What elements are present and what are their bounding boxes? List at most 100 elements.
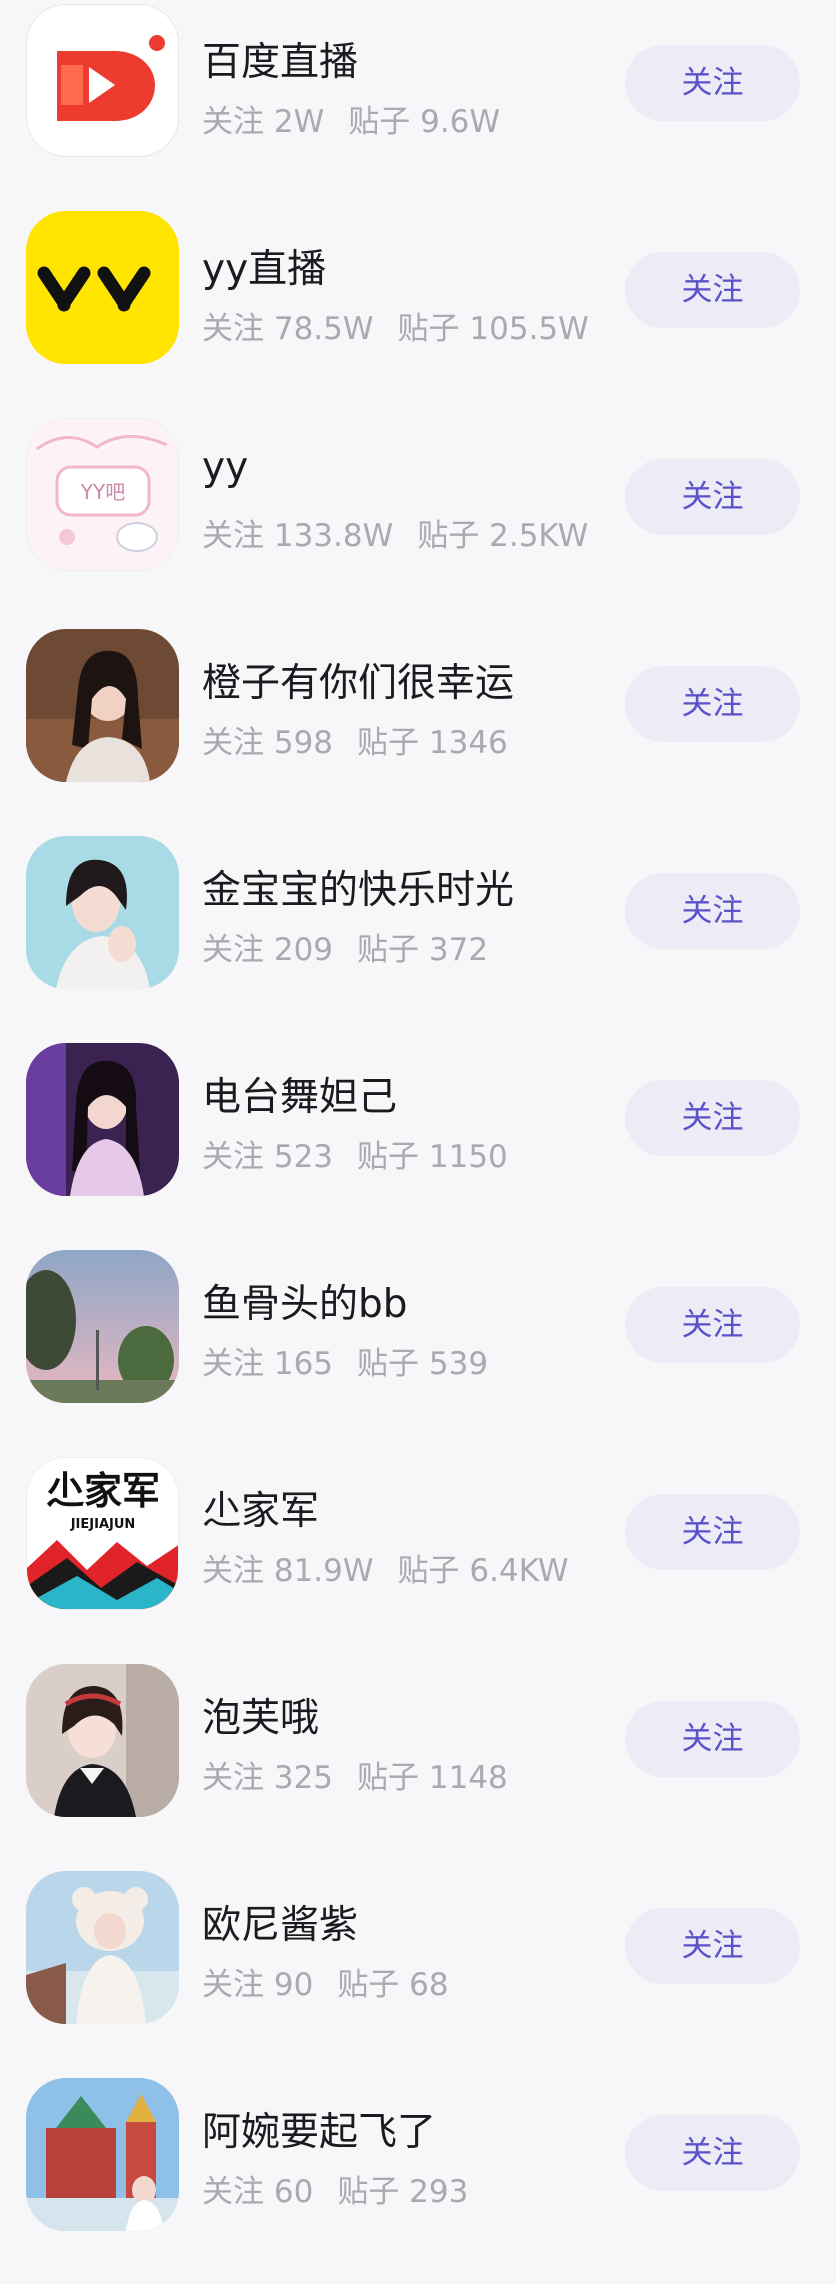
forum-name: yy bbox=[202, 445, 249, 490]
forum-name: 橙子有你们很幸运 bbox=[202, 661, 515, 706]
post-count: 372 bbox=[428, 932, 489, 968]
follow-button[interactable]: 关注 bbox=[625, 1287, 800, 1363]
post-count-label: 贴子 bbox=[397, 311, 460, 347]
forum-row-4[interactable]: 金宝宝的快乐时光 关注 209 贴子 372 关注 bbox=[0, 828, 836, 1035]
follow-button[interactable]: 关注 bbox=[625, 1908, 800, 1984]
post-count-label: 贴子 bbox=[337, 1967, 400, 2003]
follow-count-label: 关注 bbox=[202, 518, 264, 554]
user-photo bbox=[26, 2078, 179, 2231]
forum-row-8[interactable]: 泡芙哦 关注 325 贴子 1148 关注 bbox=[0, 1656, 836, 1863]
post-count: 1150 bbox=[428, 1139, 508, 1175]
jiejiajun-logo-en: JIEJIAJUN bbox=[70, 1517, 136, 1532]
follow-count: 325 bbox=[273, 1760, 334, 1796]
forum-stats: 关注 133.8W 贴子 2.5KW bbox=[202, 510, 588, 555]
follow-count-label: 关注 bbox=[202, 725, 264, 761]
forum-name: yy直播 bbox=[202, 247, 327, 292]
post-count: 105.5W bbox=[469, 311, 589, 347]
post-count: 293 bbox=[409, 2174, 469, 2210]
forum-row-6[interactable]: 鱼骨头的bb 关注 165 贴子 539 关注 bbox=[0, 1242, 836, 1449]
follow-count-label: 关注 bbox=[202, 1553, 264, 1589]
post-count-label: 贴子 bbox=[357, 1139, 420, 1175]
follow-count: 523 bbox=[273, 1139, 334, 1175]
forum-row-baidu-live[interactable]: 百度直播 关注 2W 贴子 9.6W 关注 bbox=[0, 0, 836, 207]
forum-row-5[interactable]: 电台舞妲己 关注 523 贴子 1150 关注 bbox=[0, 1035, 836, 1242]
follow-button[interactable]: 关注 bbox=[625, 873, 800, 949]
forum-stats: 关注 2W 贴子 9.6W bbox=[202, 96, 500, 141]
post-count-label: 贴子 bbox=[357, 725, 420, 761]
forum-name: 电台舞妲己 bbox=[202, 1075, 398, 1120]
follow-count: 90 bbox=[273, 1967, 314, 2003]
user-photo bbox=[26, 629, 179, 782]
post-count-label: 贴子 bbox=[348, 104, 411, 140]
forum-stats: 关注 60 贴子 293 bbox=[202, 2166, 468, 2211]
follow-count: 165 bbox=[273, 1346, 334, 1382]
forum-row-9[interactable]: 欧尼酱紫 关注 90 贴子 68 关注 bbox=[0, 1863, 836, 2070]
post-count: 9.6W bbox=[420, 104, 501, 140]
follow-button[interactable]: 关注 bbox=[625, 45, 800, 121]
follow-count-label: 关注 bbox=[202, 932, 264, 968]
forum-name: 百度直播 bbox=[202, 40, 359, 85]
post-count-label: 贴子 bbox=[417, 518, 480, 554]
post-count-label: 贴子 bbox=[357, 1346, 420, 1382]
forum-stats: 关注 598 贴子 1346 bbox=[202, 717, 508, 762]
follow-count: 209 bbox=[273, 932, 334, 968]
follow-count-label: 关注 bbox=[202, 1346, 264, 1382]
follow-count: 133.8W bbox=[273, 518, 394, 554]
post-count-label: 贴子 bbox=[357, 932, 420, 968]
follow-button[interactable]: 关注 bbox=[625, 1701, 800, 1777]
follow-button[interactable]: 关注 bbox=[625, 2115, 800, 2191]
user-photo bbox=[26, 836, 179, 989]
post-count: 1148 bbox=[428, 1760, 508, 1796]
post-count: 6.4KW bbox=[469, 1553, 569, 1589]
forum-stats: 关注 325 贴子 1148 bbox=[202, 1752, 508, 1797]
forum-row-7[interactable]: 尐家军 JIEJIAJUN 尐家军 关注 81.9W 贴子 6.4KW 关注 bbox=[0, 1449, 836, 1656]
forum-name: 鱼骨头的bb bbox=[202, 1282, 408, 1327]
yy-bar-logo-text: YY吧 bbox=[80, 480, 125, 504]
forum-row-3[interactable]: 橙子有你们很幸运 关注 598 贴子 1346 关注 bbox=[0, 621, 836, 828]
landscape-photo bbox=[26, 1250, 179, 1403]
follow-button[interactable]: 关注 bbox=[625, 252, 800, 328]
yy-bar-sticker-icon: YY吧 bbox=[26, 418, 179, 571]
follow-count-label: 关注 bbox=[202, 2174, 264, 2210]
forum-name: 尐家军 bbox=[202, 1489, 320, 1534]
follow-count: 81.9W bbox=[273, 1553, 374, 1589]
post-count: 2.5KW bbox=[489, 518, 589, 554]
user-photo bbox=[26, 1664, 179, 1817]
forum-name: 金宝宝的快乐时光 bbox=[202, 868, 515, 913]
follow-count: 60 bbox=[273, 2174, 314, 2210]
follow-count-label: 关注 bbox=[202, 311, 264, 347]
forum-row-yy-live[interactable]: yy直播 关注 78.5W 贴子 105.5W 关注 bbox=[0, 207, 836, 414]
follow-count-label: 关注 bbox=[202, 1967, 264, 2003]
user-photo bbox=[26, 1043, 179, 1196]
follow-count-label: 关注 bbox=[202, 1139, 264, 1175]
follow-count-label: 关注 bbox=[202, 104, 264, 140]
forum-stats: 关注 165 贴子 539 bbox=[202, 1338, 488, 1383]
post-count: 68 bbox=[409, 1967, 449, 2003]
forum-row-10[interactable]: 阿婉要起飞了 关注 60 贴子 293 关注 bbox=[0, 2070, 836, 2277]
forum-name: 欧尼酱紫 bbox=[202, 1903, 359, 1948]
forum-row-yy[interactable]: YY吧 yy 关注 133.8W 贴子 2.5KW 关注 bbox=[0, 414, 836, 621]
post-count-label: 贴子 bbox=[397, 1553, 460, 1589]
forum-name: 泡芙哦 bbox=[202, 1696, 320, 1741]
yy-logo-icon bbox=[26, 211, 179, 364]
post-count-label: 贴子 bbox=[357, 1760, 420, 1796]
follow-button[interactable]: 关注 bbox=[625, 1494, 800, 1570]
forum-name: 阿婉要起飞了 bbox=[202, 2110, 437, 2155]
user-photo bbox=[26, 1871, 179, 2024]
follow-button[interactable]: 关注 bbox=[625, 666, 800, 742]
post-count: 539 bbox=[428, 1346, 489, 1382]
baidu-live-logo-icon bbox=[26, 4, 179, 157]
follow-count-label: 关注 bbox=[202, 1760, 264, 1796]
post-count-label: 贴子 bbox=[337, 2174, 400, 2210]
follow-count: 78.5W bbox=[273, 311, 374, 347]
post-count: 1346 bbox=[428, 725, 508, 761]
jiejiajun-logo-icon: 尐家军 JIEJIAJUN bbox=[26, 1457, 179, 1610]
forum-stats: 关注 209 贴子 372 bbox=[202, 924, 488, 969]
follow-button[interactable]: 关注 bbox=[625, 459, 800, 535]
forum-stats: 关注 78.5W 贴子 105.5W bbox=[202, 303, 589, 348]
follow-count: 598 bbox=[273, 725, 334, 761]
jiejiajun-logo-cn: 尐家军 bbox=[46, 1469, 160, 1513]
forum-stats: 关注 81.9W 贴子 6.4KW bbox=[202, 1545, 569, 1590]
follow-count: 2W bbox=[273, 104, 325, 140]
follow-button[interactable]: 关注 bbox=[625, 1080, 800, 1156]
